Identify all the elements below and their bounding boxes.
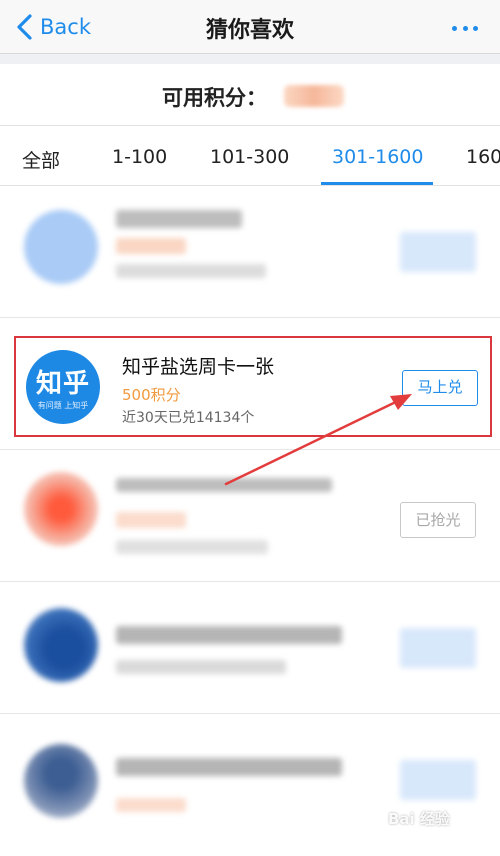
tab-1-100[interactable]: 1-100: [112, 146, 167, 168]
item-title-blurred: [116, 210, 242, 228]
item-thumbnail: [24, 472, 98, 546]
more-options-icon[interactable]: [452, 24, 478, 32]
points-label: 可用积分：: [162, 86, 267, 110]
item-button-blurred[interactable]: [400, 628, 476, 668]
list-item[interactable]: [0, 582, 500, 714]
points-value-blurred: [284, 85, 344, 107]
tab-1600-plus[interactable]: 160: [466, 146, 500, 168]
item-button-blurred[interactable]: [400, 760, 476, 800]
redeem-now-button[interactable]: 马上兑: [402, 370, 478, 406]
item-title-blurred: [116, 478, 332, 492]
item-redeemed-count: 近30天已兑14134个: [122, 410, 255, 426]
list-item[interactable]: [0, 186, 500, 318]
tab-all[interactable]: 全部: [22, 146, 60, 173]
logo-tagline: 有问题 上知乎: [37, 401, 89, 410]
item-thumbnail: [24, 210, 98, 284]
item-subtitle-blurred: [116, 264, 266, 278]
item-points: 500积分: [122, 386, 181, 404]
baidu-watermark: Bai 经验: [388, 810, 450, 828]
active-tab-indicator: [321, 182, 433, 185]
logo-main-text: 知乎: [35, 369, 90, 399]
filter-tabs: 全部 1-100 101-300 301-1600 160: [0, 126, 500, 186]
zhihu-logo: 知乎 有问题 上知乎: [26, 350, 100, 424]
item-title-blurred: [116, 758, 342, 776]
item-points-blurred: [116, 238, 186, 254]
item-points-blurred: [116, 798, 186, 812]
item-subtitle-blurred: [116, 660, 286, 674]
points-bar: 可用积分：: [0, 64, 500, 126]
sold-out-button[interactable]: 已抢光: [400, 502, 476, 538]
highlight-box: 知乎 有问题 上知乎 知乎盐选周卡一张 500积分 近30天已兑14134个 马…: [14, 336, 492, 437]
item-points-blurred: [116, 512, 186, 528]
navigation-bar: Back 猜你喜欢: [0, 0, 500, 54]
item-button-blurred[interactable]: [400, 232, 476, 272]
item-title-blurred: [116, 626, 342, 644]
tab-301-1600[interactable]: 301-1600: [332, 146, 423, 168]
item-thumbnail: [24, 608, 98, 682]
item-subtitle-blurred: [116, 540, 268, 554]
tab-101-300[interactable]: 101-300: [210, 146, 289, 168]
item-title: 知乎盐选周卡一张: [122, 356, 275, 378]
item-thumbnail: [24, 744, 98, 818]
page-title: 猜你喜欢: [205, 18, 294, 43]
